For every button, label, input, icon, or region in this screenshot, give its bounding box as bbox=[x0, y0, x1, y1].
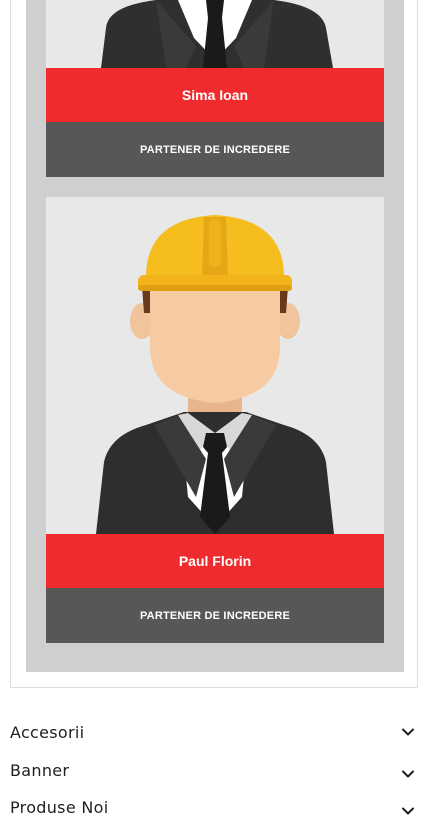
businessman-avatar-icon bbox=[46, 0, 384, 68]
chevron-down-icon[interactable] bbox=[400, 724, 416, 740]
team-member-name: Sima Ioan bbox=[46, 68, 384, 122]
accordion-item-banner[interactable]: Banner bbox=[10, 758, 420, 782]
team-member-role: PARTENER DE INCREDERE bbox=[46, 122, 384, 177]
team-member-name: Paul Florin bbox=[46, 534, 384, 588]
engineer-hardhat-avatar-icon bbox=[46, 197, 384, 534]
team-card[interactable]: Sima Ioan PARTENER DE INCREDERE bbox=[46, 0, 384, 177]
accordion-item-produse-noi[interactable]: Produse Noi bbox=[10, 795, 420, 819]
accordion-item-accesorii[interactable]: Accesorii bbox=[10, 720, 420, 744]
accordion-label: Banner bbox=[10, 760, 70, 780]
chevron-down-icon[interactable] bbox=[400, 766, 416, 782]
team-card[interactable]: Paul Florin PARTENER DE INCREDERE bbox=[46, 197, 384, 643]
chevron-down-icon[interactable] bbox=[400, 803, 416, 819]
accordion-label: Produse Noi bbox=[10, 797, 109, 817]
accordion-label: Accesorii bbox=[10, 722, 85, 742]
team-member-role: PARTENER DE INCREDERE bbox=[46, 588, 384, 643]
